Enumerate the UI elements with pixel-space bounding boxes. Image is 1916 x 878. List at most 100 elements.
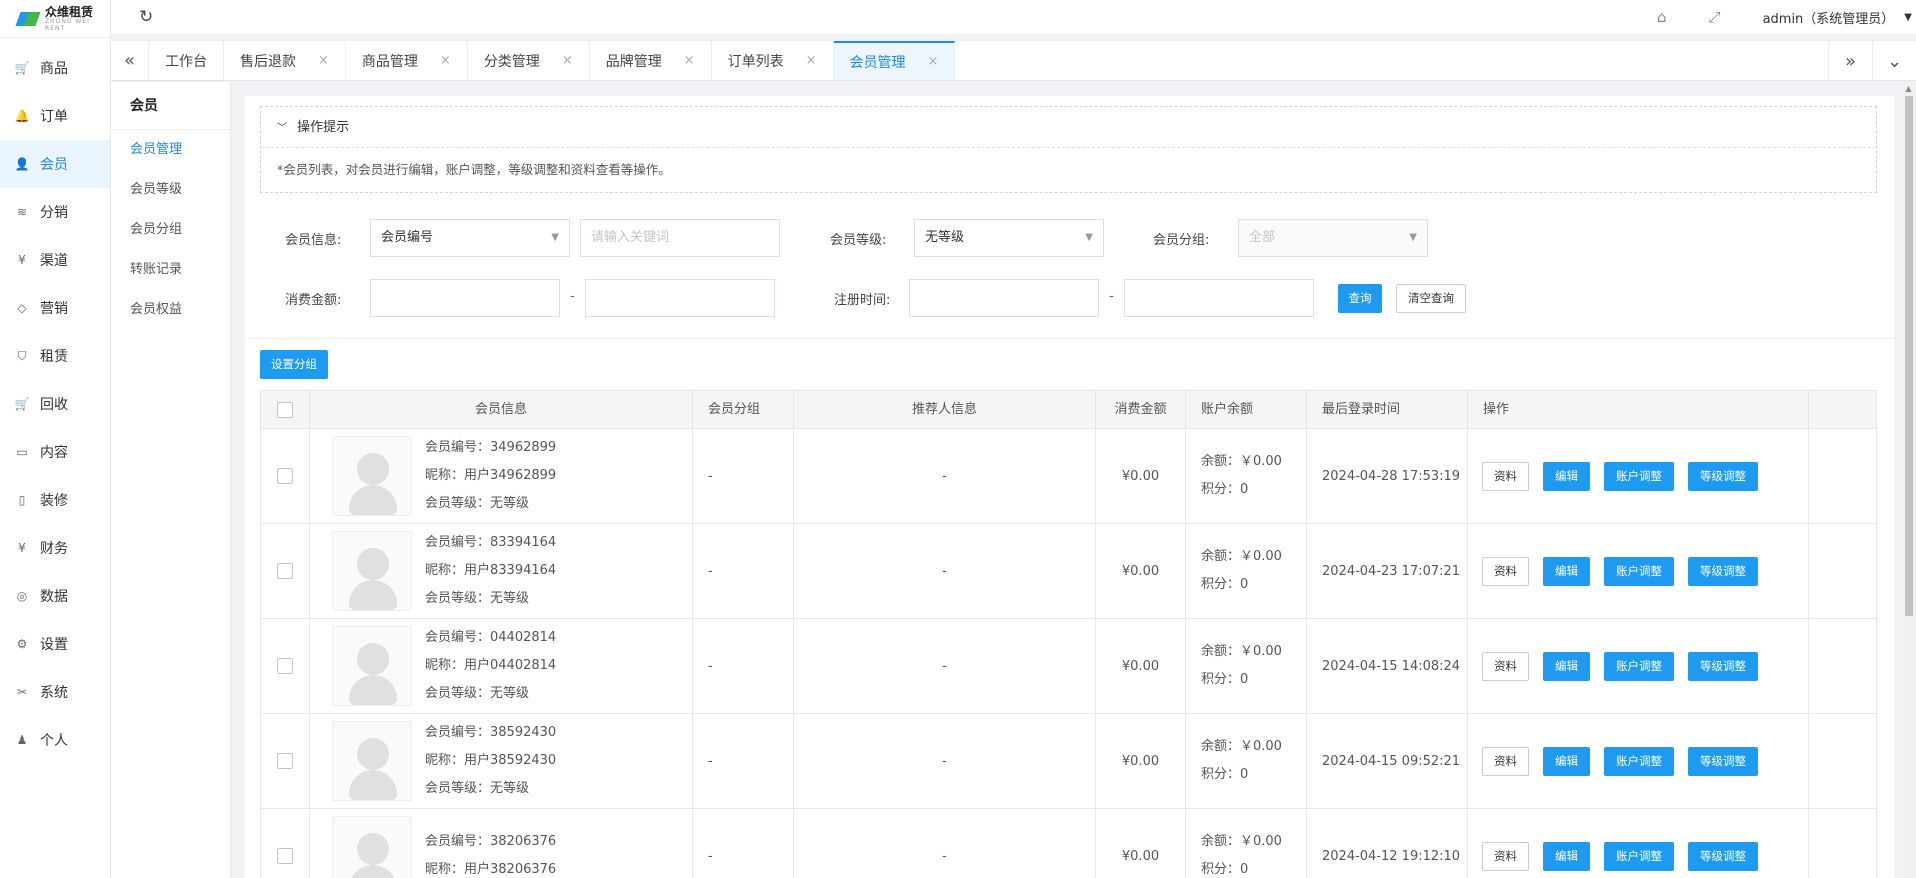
account-adjust-button[interactable]: 账户调整	[1604, 746, 1674, 776]
level-adjust-button[interactable]: 等级调整	[1688, 841, 1758, 871]
tab-label: 品牌管理	[605, 53, 662, 70]
nav-item-8[interactable]: ▭ 内容	[0, 428, 110, 476]
tips-toggle[interactable]: ﹀ 操作提示	[261, 107, 1876, 148]
close-icon[interactable]: ×	[318, 53, 329, 68]
row-checkbox[interactable]	[277, 563, 293, 579]
table-row: 会员编号：34962899 昵称：用户34962899 会员等级：无等级 - - ¥0.0…	[261, 429, 1876, 524]
profile-button[interactable]: 资料	[1482, 461, 1529, 491]
nav-item-4[interactable]: ¥ 渠道	[0, 236, 110, 284]
profile-button[interactable]: 资料	[1482, 841, 1529, 871]
nav-item-9[interactable]: ▯ 装修	[0, 476, 110, 524]
nav-item-2[interactable]: 👤 会员	[0, 140, 110, 188]
account-adjust-button[interactable]: 账户调整	[1604, 651, 1674, 681]
close-icon[interactable]: ×	[684, 53, 695, 68]
clear-query-button[interactable]: 清空查询	[1396, 284, 1466, 313]
nav-item-5[interactable]: ◇ 营销	[0, 284, 110, 332]
level-adjust-button[interactable]: 等级调整	[1688, 746, 1758, 776]
nav-item-10[interactable]: ¥ 财务	[0, 524, 110, 572]
tab-3[interactable]: 分类管理 ×	[468, 41, 590, 80]
edit-button[interactable]: 编辑	[1543, 746, 1590, 776]
member-no: 会员编号：34962899	[425, 440, 557, 455]
select-all-checkbox[interactable]	[277, 401, 293, 418]
brand-logo[interactable]: 众维租赁 ZHONG WEI RENT	[0, 0, 110, 38]
tab-1[interactable]: 售后退款 ×	[224, 41, 346, 80]
page-scrollbar[interactable]: ▲	[1901, 82, 1916, 878]
close-icon[interactable]: ×	[928, 54, 939, 69]
account-adjust-button[interactable]: 账户调整	[1604, 841, 1674, 871]
globe-icon: ◎	[16, 589, 28, 603]
sub-menu-item[interactable]: 会员权益	[111, 290, 230, 330]
tab-4[interactable]: 品牌管理 ×	[590, 41, 712, 80]
scroll-thumb[interactable]	[1905, 96, 1913, 616]
tab-2[interactable]: 商品管理 ×	[346, 41, 468, 80]
row-checkbox[interactable]	[277, 848, 293, 864]
refresh-icon[interactable]: ↻	[139, 7, 153, 27]
member-info-select[interactable]: 会员编号 ▼	[370, 219, 570, 257]
profile-button[interactable]: 资料	[1482, 651, 1529, 681]
nav-item-11[interactable]: ◎ 数据	[0, 572, 110, 620]
edit-button[interactable]: 编辑	[1543, 841, 1590, 871]
nav-item-3[interactable]: ≋ 分销	[0, 188, 110, 236]
tag-icon[interactable]: ⌂	[1657, 8, 1667, 26]
scroll-up-icon[interactable]: ▲	[1901, 84, 1916, 93]
close-icon[interactable]: ×	[440, 53, 451, 68]
level-adjust-button[interactable]: 等级调整	[1688, 556, 1758, 586]
row-checkbox[interactable]	[277, 468, 293, 484]
sub-menu-item[interactable]: 会员等级	[111, 170, 230, 210]
reg-end-input[interactable]	[1124, 279, 1314, 317]
level-select[interactable]: 无等级 ▼	[914, 219, 1104, 257]
profile-button[interactable]: 资料	[1482, 556, 1529, 586]
account-adjust-button[interactable]: 账户调整	[1604, 461, 1674, 491]
nav-item-1[interactable]: 🔔 订单	[0, 92, 110, 140]
avatar	[332, 626, 412, 706]
edit-button[interactable]: 编辑	[1543, 651, 1590, 681]
tab-5[interactable]: 订单列表 ×	[712, 41, 834, 80]
close-icon[interactable]: ×	[806, 53, 817, 68]
row-checkbox[interactable]	[277, 753, 293, 769]
spacer-cell	[1809, 524, 1876, 618]
spend-cell: ¥0.00	[1096, 809, 1186, 878]
sub-menu-item[interactable]: 会员管理	[111, 130, 230, 170]
nav-item-12[interactable]: ⚙ 设置	[0, 620, 110, 668]
nav-item-6[interactable]: ⛉ 租赁	[0, 332, 110, 380]
caret-down-icon[interactable]: ▼	[1904, 12, 1912, 23]
query-button[interactable]: 查询	[1338, 284, 1382, 313]
tabs-scroll-left-icon[interactable]: «	[111, 41, 149, 80]
member-info-cell: 会员编号：38592430 昵称：用户38592430 会员等级：无等级	[310, 714, 693, 808]
nav-item-label: 财务	[40, 541, 68, 557]
level-adjust-button[interactable]: 等级调整	[1688, 461, 1758, 491]
tab-0[interactable]: 工作台	[149, 41, 224, 80]
account-adjust-button[interactable]: 账户调整	[1604, 556, 1674, 586]
select-all-cell	[261, 391, 310, 428]
spend-max-input[interactable]	[585, 279, 775, 317]
edit-button[interactable]: 编辑	[1543, 556, 1590, 586]
close-icon[interactable]: ×	[562, 53, 573, 68]
phone-icon: ▯	[18, 493, 26, 507]
nav-item-13[interactable]: ✂ 系统	[0, 668, 110, 716]
keyword-input[interactable]: 请输入关键词	[580, 219, 780, 257]
row-checkbox[interactable]	[277, 658, 293, 674]
edit-button[interactable]: 编辑	[1543, 461, 1590, 491]
user-menu[interactable]: admin（系统管理员）	[1763, 8, 1895, 27]
reg-start-input[interactable]	[909, 279, 1099, 317]
balance-cell: 余额：￥0.00 积分：0	[1186, 619, 1307, 713]
fullscreen-icon[interactable]: ⤢	[1709, 8, 1721, 26]
nav-item-0[interactable]: 🛒 商品	[0, 44, 110, 92]
spend-min-input[interactable]	[370, 279, 560, 317]
tabs-scroll-right-icon[interactable]: »	[1828, 41, 1872, 81]
balance-cell: 余额：￥0.00 积分：0	[1186, 429, 1307, 523]
set-group-button[interactable]: 设置分组	[260, 350, 328, 379]
tab-6[interactable]: 会员管理 ×	[833, 41, 956, 80]
group-select[interactable]: 全部 ▼	[1238, 219, 1428, 257]
sub-menu-item[interactable]: 转账记录	[111, 250, 230, 290]
sub-menu-item[interactable]: 会员分组	[111, 210, 230, 250]
nav-item-7[interactable]: 🛒 回收	[0, 380, 110, 428]
spend-cell: ¥0.00	[1096, 619, 1186, 713]
level-adjust-button[interactable]: 等级调整	[1688, 651, 1758, 681]
avatar	[332, 721, 412, 801]
actions-cell: 资料 编辑 账户调整 等级调整	[1468, 809, 1809, 878]
nav-item-14[interactable]: ♟ 个人	[0, 716, 110, 764]
table-header: 会员信息 会员分组 推荐人信息 消费金额 账户余额 最后登录时间 操作	[261, 391, 1876, 429]
tabs-menu-chevron-icon[interactable]: ⌄	[1872, 41, 1916, 81]
profile-button[interactable]: 资料	[1482, 746, 1529, 776]
